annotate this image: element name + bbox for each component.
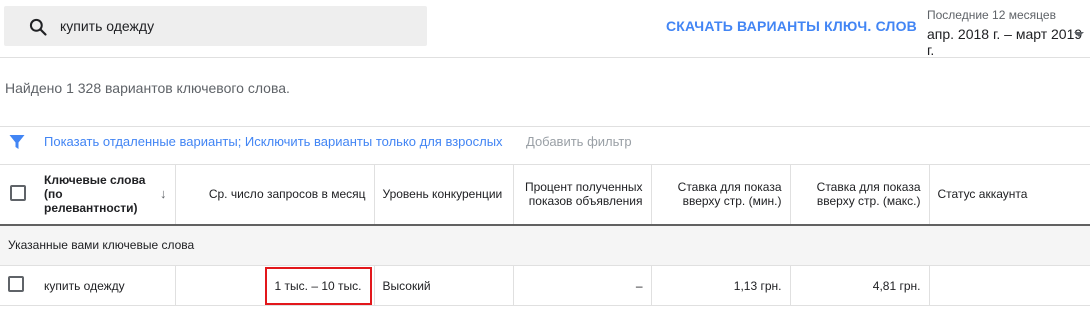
- cell-bid-high: 4,81 грн.: [790, 265, 930, 306]
- filter-bar: Показать отдаленные варианты; Исключить …: [0, 126, 1090, 164]
- cell-competition: Высокий: [374, 265, 514, 306]
- cell-account-status: [929, 265, 1090, 306]
- column-impression-share[interactable]: Процент полученных показов объявления: [513, 164, 652, 225]
- period-selector[interactable]: апр. 2018 г. – март 2019 г.: [927, 26, 1090, 58]
- filter-icon[interactable]: [9, 134, 25, 150]
- add-filter-button[interactable]: Добавить фильтр: [526, 134, 632, 149]
- search-input[interactable]: [60, 16, 410, 36]
- keywords-table: Ключевые слова (по релевантности) ↓ Ср. …: [0, 164, 1090, 306]
- cell-avg-searches: 1 тыс. – 10 тыс.: [175, 265, 375, 306]
- table-header-row: Ключевые слова (по релевантности) ↓ Ср. …: [0, 164, 1090, 225]
- chevron-down-icon[interactable]: [1074, 32, 1084, 37]
- results-count: Найдено 1 328 вариантов ключевого слова.: [5, 80, 290, 96]
- column-competition[interactable]: Уровень конкуренции: [374, 164, 514, 225]
- table-row: купить одежду 1 тыс. – 10 тыс. Высокий –…: [0, 265, 1090, 306]
- download-keywords-button[interactable]: СКАЧАТЬ ВАРИАНТЫ КЛЮЧ. СЛОВ: [666, 18, 917, 34]
- cell-bid-low: 1,13 грн.: [651, 265, 791, 306]
- column-bid-high[interactable]: Ставка для показа вверху стр. (макс.): [790, 164, 930, 225]
- search-box[interactable]: [4, 6, 427, 46]
- select-all-cell: [0, 165, 36, 225]
- row-checkbox-cell: [0, 265, 36, 306]
- column-keyword[interactable]: Ключевые слова (по релевантности) ↓: [36, 164, 176, 225]
- sort-arrow-down-icon[interactable]: ↓: [160, 187, 167, 201]
- active-filters-link[interactable]: Показать отдаленные варианты; Исключить …: [44, 134, 503, 149]
- highlighted-searches-value: 1 тыс. – 10 тыс.: [264, 266, 372, 305]
- column-account-status[interactable]: Статус аккаунта: [929, 164, 1090, 225]
- row-checkbox[interactable]: [8, 276, 24, 292]
- search-icon[interactable]: [28, 17, 48, 37]
- top-bar: СКАЧАТЬ ВАРИАНТЫ КЛЮЧ. СЛОВ Последние 12…: [0, 0, 1090, 58]
- period-label: Последние 12 месяцев: [927, 8, 1056, 22]
- column-keyword-label: Ключевые слова (по релевантности): [44, 173, 146, 216]
- column-avg-searches[interactable]: Ср. число запросов в месяц: [175, 164, 375, 225]
- cell-keyword: купить одежду: [36, 265, 176, 306]
- cell-impression-share: –: [513, 265, 652, 306]
- column-bid-low[interactable]: Ставка для показа вверху стр. (мин.): [651, 164, 791, 225]
- group-row: Указанные вами ключевые слова: [0, 224, 1090, 266]
- group-label: Указанные вами ключевые слова: [0, 224, 1090, 266]
- select-all-checkbox[interactable]: [10, 184, 26, 201]
